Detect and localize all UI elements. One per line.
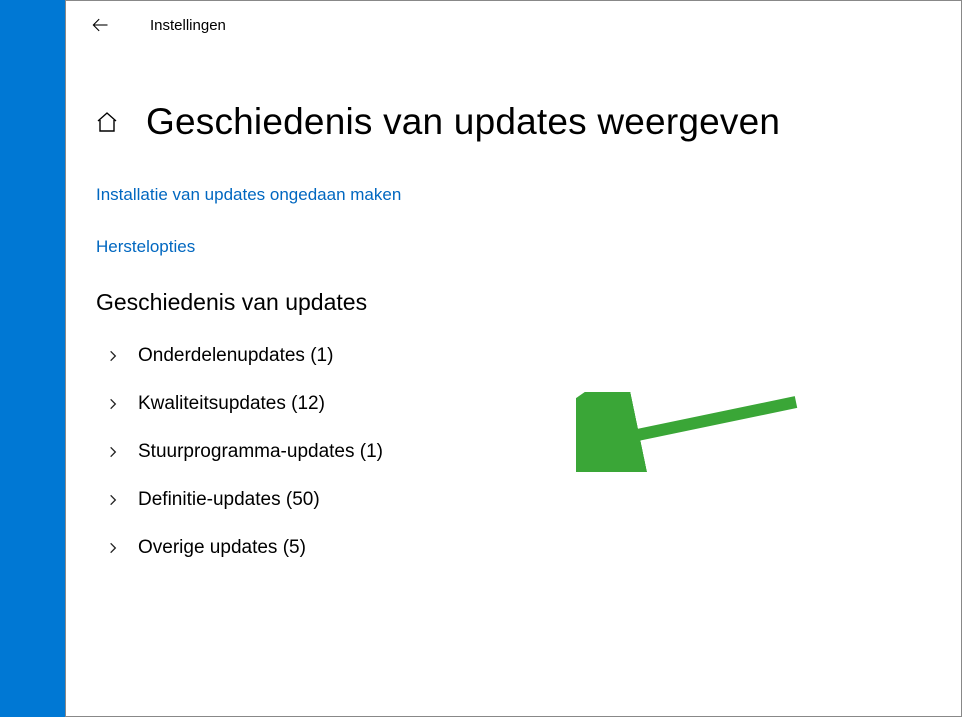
category-item-definition-updates[interactable]: Definitie-updates (50) (104, 476, 961, 524)
page-title: Geschiedenis van updates weergeven (146, 101, 780, 143)
content-area: Geschiedenis van updates weergeven Insta… (66, 49, 961, 572)
category-label: Stuurprogramma-updates (1) (138, 441, 383, 463)
category-item-other-updates[interactable]: Overige updates (5) (104, 524, 961, 572)
category-list: Onderdelenupdates (1) Kwaliteitsupdates … (104, 332, 961, 572)
category-label: Kwaliteitsupdates (12) (138, 393, 325, 415)
category-label: Overige updates (5) (138, 537, 306, 559)
app-title: Instellingen (150, 17, 226, 34)
uninstall-updates-link[interactable]: Installatie van updates ongedaan maken (96, 185, 961, 205)
update-history-section-title: Geschiedenis van updates (96, 289, 961, 316)
back-arrow-icon (90, 15, 110, 35)
home-button[interactable] (94, 109, 120, 135)
chevron-right-icon (104, 539, 122, 557)
chevron-right-icon (104, 347, 122, 365)
chevron-right-icon (104, 395, 122, 413)
page-header: Geschiedenis van updates weergeven (94, 101, 961, 143)
recovery-options-link[interactable]: Herstelopties (96, 237, 961, 257)
category-item-driver-updates[interactable]: Stuurprogramma-updates (1) (104, 428, 961, 476)
home-icon (95, 110, 119, 134)
category-label: Onderdelenupdates (1) (138, 345, 333, 367)
chevron-right-icon (104, 443, 122, 461)
settings-window: Instellingen Geschiedenis van updates we… (65, 0, 962, 717)
back-button[interactable] (84, 9, 116, 41)
titlebar: Instellingen (66, 1, 961, 49)
category-item-quality-updates[interactable]: Kwaliteitsupdates (12) (104, 380, 961, 428)
category-item-feature-updates[interactable]: Onderdelenupdates (1) (104, 332, 961, 380)
chevron-right-icon (104, 491, 122, 509)
category-label: Definitie-updates (50) (138, 489, 320, 511)
